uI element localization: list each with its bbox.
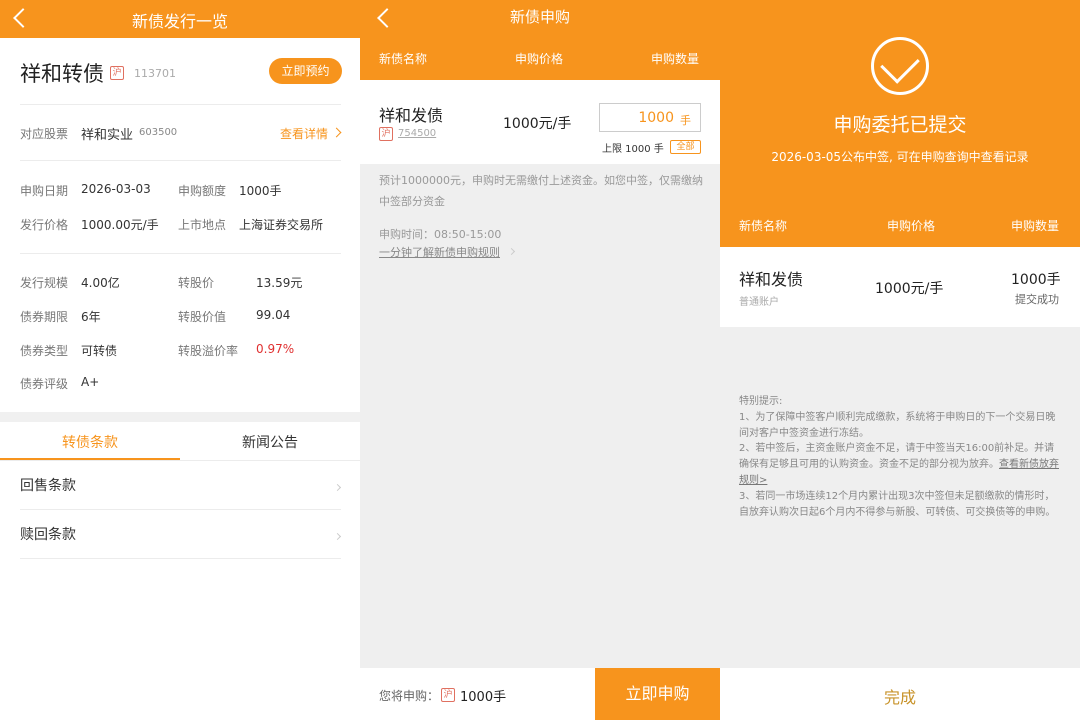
subscribe-limit-value: 1000手 <box>239 184 282 198</box>
divider <box>0 460 360 461</box>
column-header-quantity: 申购数量 <box>1011 219 1060 233</box>
quantity-value: 1000 <box>638 110 674 126</box>
chevron-right-icon <box>331 127 342 138</box>
rule-link[interactable]: 一分钟了解新债申购规则 <box>379 244 500 260</box>
will-subscribe-label: 您将申购： <box>379 689 440 703</box>
bond-subscribe-screen: 新债申购 新债名称 申购价格 申购数量 祥和发债 沪 754500 1000元/… <box>360 0 720 720</box>
divider <box>20 253 341 254</box>
conversion-value-label: 转股价值 <box>178 310 227 324</box>
stock-code: 603500 <box>139 127 178 138</box>
bond-term-value: 6年 <box>81 310 101 324</box>
subscribe-now-button[interactable]: 立即申购 <box>595 668 720 720</box>
bond-list-screen: 新债发行一览 祥和转债 沪 113701 立即预约 对应股票 祥和实业 6035… <box>0 0 360 720</box>
bond-code: 113701 <box>134 67 176 80</box>
premium-rate-value: 0.97% <box>256 342 295 356</box>
stock-name: 祥和实业 <box>81 128 134 143</box>
view-detail-link[interactable]: 查看详情 <box>280 125 328 142</box>
done-button[interactable]: 完成 <box>720 684 1080 708</box>
conversion-price-value: 13.59元 <box>256 276 303 290</box>
bond-type-value: 可转债 <box>81 344 118 358</box>
status-title: 申购委托已提交 <box>833 114 967 136</box>
list-item-call-terms[interactable]: 赎回条款 <box>20 524 76 544</box>
tip-1: 1、为了保障中签客户顺利完成缴款，系统将于申购日的下一个交易日晚间对客户中签资金… <box>739 411 1056 439</box>
subscribe-price: 1000元/手 <box>503 116 572 132</box>
bond-name: 祥和转债 <box>20 62 104 86</box>
divider <box>20 160 341 161</box>
subscribe-time: 申购时间：08:50-15:00 <box>379 228 502 241</box>
section-gap <box>0 412 360 422</box>
subscribe-date-value: 2026-03-03 <box>81 182 151 196</box>
quantity-input[interactable]: 1000 手 <box>599 103 701 132</box>
tab-bond-terms[interactable]: 转债条款 <box>0 432 180 452</box>
premium-rate-label: 转股溢价率 <box>178 344 239 358</box>
bond-rating-value: A+ <box>81 375 100 389</box>
tip-3: 3、若同一市场连续12个月内累计出现3次中签但未足额缴款的情形时，自放弃认购次日… <box>739 490 1056 518</box>
page-title: 新债申购 <box>509 8 570 26</box>
bond-type-label: 债券类型 <box>20 344 69 358</box>
subscribe-date-label: 申购日期 <box>20 184 69 198</box>
special-tips: 特别提示: 1、为了保障中签客户顺利完成缴款，系统将于申购日的下一个交易日晚间对… <box>739 394 1061 520</box>
all-button[interactable]: 全部 <box>670 140 701 154</box>
bond-rating-label: 债券评级 <box>20 377 69 391</box>
publish-note: 2026-03-05公布中签, 可在申购查询中查看记录 <box>771 150 1029 164</box>
issue-size-label: 发行规模 <box>20 276 69 290</box>
divider <box>20 558 341 559</box>
submit-status: 提交成功 <box>1015 293 1059 306</box>
listing-place-label: 上市地点 <box>178 218 227 232</box>
account-type: 普通账户 <box>739 297 779 308</box>
subscribe-result-screen: 申购委托已提交 2026-03-05公布中签, 可在申购查询中查看记录 新债名称… <box>720 0 1080 720</box>
column-header-price: 申购价格 <box>887 219 936 233</box>
tip-2: 2、若中签后，主资金账户资金不足，请于中签当天16:00前补足。并请确保有足够且… <box>739 441 1061 488</box>
conversion-price-label: 转股价 <box>178 276 215 290</box>
column-header-name: 新债名称 <box>379 52 428 66</box>
bond-name: 祥和发债 <box>739 270 804 289</box>
bond-term-label: 债券期限 <box>20 310 69 324</box>
divider <box>20 509 341 510</box>
chevron-right-icon <box>333 483 342 492</box>
issue-size-value: 4.00亿 <box>81 276 120 290</box>
bond-code: 754500 <box>398 128 437 139</box>
chevron-right-icon <box>333 532 342 541</box>
stock-label: 对应股票 <box>20 127 69 141</box>
page-title: 新债发行一览 <box>131 12 228 31</box>
quantity-unit: 手 <box>680 114 691 127</box>
bond-name: 祥和发债 <box>379 106 444 125</box>
subscribe-quantity: 1000手 <box>1011 272 1061 288</box>
column-header-price: 申购价格 <box>515 52 564 66</box>
tab-news[interactable]: 新闻公告 <box>180 432 360 452</box>
quantity-limit: 上限 1000 手 <box>602 144 664 155</box>
chevron-right-icon <box>507 247 516 256</box>
conversion-value-value: 99.04 <box>256 308 291 322</box>
shanghai-exchange-icon: 沪 <box>379 127 393 141</box>
shanghai-exchange-icon: 沪 <box>441 688 455 702</box>
column-header-name: 新债名称 <box>739 219 788 233</box>
reserve-button[interactable]: 立即预约 <box>269 58 342 84</box>
funding-note: 预计1000000元，申购时无需缴付上述资金。如您中签，仅需缴纳中签部分资金 <box>379 174 703 208</box>
tips-title: 特别提示: <box>739 396 783 407</box>
list-item-put-terms[interactable]: 回售条款 <box>20 475 76 495</box>
shanghai-exchange-icon: 沪 <box>110 66 124 80</box>
will-subscribe-quantity: 1000手 <box>460 690 507 705</box>
issue-price-label: 发行价格 <box>20 218 69 232</box>
divider <box>20 104 341 105</box>
issue-price-value: 1000.00元/手 <box>81 218 159 232</box>
screens: 新债发行一览 祥和转债 沪 113701 立即预约 对应股票 祥和实业 6035… <box>0 0 1080 720</box>
subscribe-price: 1000元/手 <box>875 281 944 297</box>
listing-place-value: 上海证券交易所 <box>239 218 324 232</box>
column-header-quantity: 申购数量 <box>651 52 700 66</box>
subscribe-limit-label: 申购额度 <box>178 184 227 198</box>
